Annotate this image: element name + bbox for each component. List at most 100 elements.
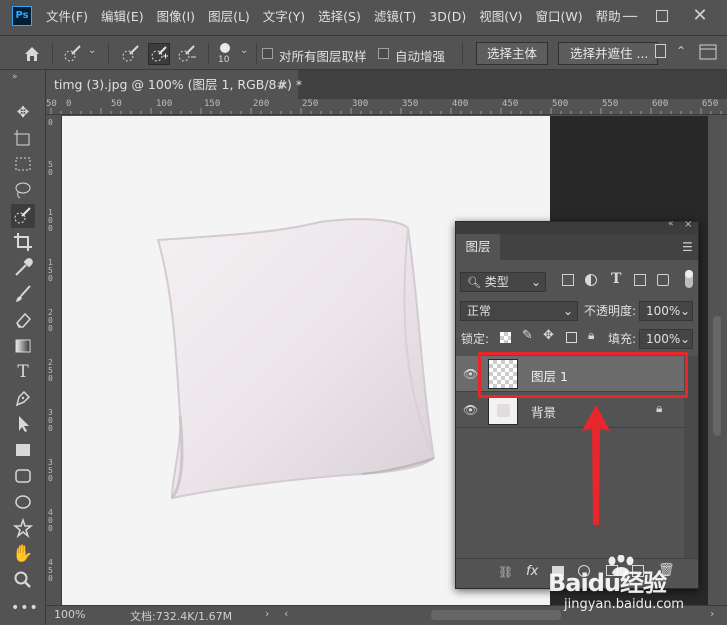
collapse-panel-icon[interactable]: « bbox=[668, 219, 674, 229]
lock-all-icon[interactable]: 🔒︎ bbox=[588, 328, 594, 343]
filter-shape-icon[interactable] bbox=[634, 274, 646, 286]
workspace-icon[interactable] bbox=[697, 41, 719, 63]
menu-select[interactable]: 选择(S) bbox=[314, 0, 365, 33]
ruler-top-tick: 650 bbox=[702, 99, 719, 109]
visibility-eye-icon[interactable]: 👁︎ bbox=[463, 403, 478, 417]
eyedropper-tool-icon[interactable] bbox=[11, 256, 35, 280]
collapse-toolbar-icon[interactable]: » bbox=[12, 72, 18, 82]
type-tool-icon[interactable]: T bbox=[11, 360, 35, 384]
path-selection-tool-icon[interactable] bbox=[11, 412, 35, 436]
hand-tool-icon[interactable]: ✋ bbox=[11, 542, 35, 566]
minimize-icon[interactable]: — bbox=[616, 0, 644, 33]
scroll-left-icon[interactable]: ‹ bbox=[284, 607, 288, 620]
eraser-tool-icon[interactable] bbox=[11, 308, 35, 332]
red-arrow-annotation bbox=[582, 405, 610, 525]
brush-tool-icon[interactable] bbox=[11, 282, 35, 306]
layer-filter-value: 类型 bbox=[484, 275, 509, 289]
ruler-top-tick: 350 bbox=[402, 99, 419, 109]
document-size: 文档:732.4K/1.67M bbox=[130, 610, 233, 623]
maximize-icon[interactable] bbox=[648, 0, 676, 33]
marquee-tool-icon[interactable] bbox=[11, 152, 35, 176]
crop-tool-icon[interactable] bbox=[11, 230, 35, 254]
lock-label: 锁定: bbox=[461, 332, 490, 346]
layer-thumbnail bbox=[488, 395, 518, 425]
home-icon[interactable] bbox=[21, 43, 43, 65]
menu-file[interactable]: 文件(F) bbox=[42, 0, 92, 33]
filter-toggle[interactable] bbox=[685, 270, 693, 288]
lock-artboard-icon[interactable] bbox=[566, 332, 577, 343]
move-tool-icon[interactable]: ✥ bbox=[11, 100, 35, 124]
subtract-from-selection-icon[interactable] bbox=[176, 43, 198, 65]
sample-all-layers-checkbox[interactable] bbox=[262, 48, 273, 59]
filter-pixel-icon[interactable] bbox=[562, 274, 574, 286]
ruler-top-tick: 0 bbox=[66, 99, 72, 109]
quick-selection-preset-icon[interactable] bbox=[62, 43, 84, 65]
ruler-vertical: 0 5 0 1 0 0 1 5 0 2 0 0 2 5 0 3 0 0 3 5 … bbox=[46, 115, 62, 605]
gradient-tool-icon[interactable] bbox=[11, 334, 35, 358]
add-to-selection-icon[interactable] bbox=[148, 43, 170, 65]
brush-size-preview-icon[interactable] bbox=[220, 43, 230, 53]
lock-image-icon[interactable]: ✎ bbox=[522, 328, 533, 343]
lasso-tool-icon[interactable] bbox=[11, 178, 35, 202]
lock-position-icon[interactable]: ✥ bbox=[543, 328, 554, 343]
zoom-level[interactable]: 100% bbox=[54, 608, 85, 621]
auto-enhance-checkbox[interactable] bbox=[378, 48, 389, 59]
workspace-chevron-icon[interactable]: ⌃ bbox=[676, 44, 686, 58]
menu-bar: Ps 文件(F) 编辑(E) 图像(I) 图层(L) 文字(Y) 选择(S) 滤… bbox=[0, 0, 727, 33]
pen-tool-icon[interactable] bbox=[11, 386, 35, 410]
ruler-left-tick: 1 5 0 bbox=[48, 258, 53, 283]
blend-mode-value: 正常 bbox=[467, 304, 492, 318]
menu-filter[interactable]: 滤镜(T) bbox=[370, 0, 420, 33]
vertical-scrollbar[interactable] bbox=[708, 116, 727, 605]
menu-image[interactable]: 图像(I) bbox=[153, 0, 199, 33]
document-tab[interactable]: timg (3).jpg @ 100% (图层 1, RGB/8#) * × bbox=[46, 70, 302, 99]
status-menu-chevron-icon[interactable]: › bbox=[265, 607, 269, 620]
link-layers-icon[interactable]: ⛓︎ bbox=[498, 565, 513, 579]
filter-type-icon[interactable]: T bbox=[611, 271, 621, 287]
zoom-tool-icon[interactable] bbox=[11, 568, 35, 592]
menu-window[interactable]: 窗口(W) bbox=[532, 0, 587, 33]
artboard-tool-icon[interactable] bbox=[11, 126, 35, 150]
watermark-url: jingyan.baidu.com bbox=[564, 597, 684, 612]
close-icon[interactable]: ✕ bbox=[686, 0, 714, 33]
brush-picker-chevron-icon[interactable]: ⌄ bbox=[240, 45, 248, 56]
select-subject-button[interactable]: 选择主体 bbox=[476, 42, 548, 65]
menu-type[interactable]: 文字(Y) bbox=[259, 0, 309, 33]
ellipse-tool-icon[interactable] bbox=[11, 490, 35, 514]
chevron-down-icon[interactable]: ⌄ bbox=[88, 45, 96, 56]
custom-shape-tool-icon[interactable] bbox=[11, 516, 35, 540]
tab-layers[interactable]: 图层 bbox=[456, 234, 500, 260]
panel-toggle-icon[interactable] bbox=[655, 44, 666, 58]
fx-icon[interactable]: fx bbox=[526, 564, 538, 579]
rounded-rectangle-tool-icon[interactable] bbox=[11, 464, 35, 488]
select-and-mask-button[interactable]: 选择并遮住 ... bbox=[558, 42, 658, 65]
close-tab-icon[interactable]: × bbox=[278, 70, 288, 99]
rectangle-tool-icon[interactable] bbox=[11, 438, 35, 462]
new-selection-icon[interactable] bbox=[120, 43, 142, 65]
ruler-top-tick: 250 bbox=[302, 99, 319, 109]
ruler-left-tick: 3 5 0 bbox=[48, 458, 53, 483]
menu-3d[interactable]: 3D(D) bbox=[425, 0, 470, 33]
vertical-scroll-thumb[interactable] bbox=[713, 316, 721, 436]
panel-tab-row: 图层 ☰ bbox=[456, 234, 698, 260]
fill-input[interactable]: 100% ⌄ bbox=[639, 329, 693, 349]
visibility-eye-icon[interactable]: 👁︎ bbox=[463, 367, 478, 381]
layer-filter-dropdown[interactable]: 🔍︎ 类型 ⌄ bbox=[460, 272, 546, 292]
opacity-label: 不透明度: bbox=[584, 304, 637, 318]
menu-view[interactable]: 视图(V) bbox=[475, 0, 526, 33]
panel-menu-icon[interactable]: ☰ bbox=[682, 240, 693, 254]
layer-name[interactable]: 背景 bbox=[531, 402, 556, 421]
menu-edit[interactable]: 编辑(E) bbox=[97, 0, 148, 33]
quick-selection-tool-icon[interactable] bbox=[11, 204, 35, 228]
horizontal-scroll-thumb[interactable] bbox=[431, 610, 561, 620]
close-panel-icon[interactable]: × bbox=[684, 219, 692, 230]
ruler-top-tick: 400 bbox=[452, 99, 469, 109]
menu-layer[interactable]: 图层(L) bbox=[204, 0, 254, 33]
filter-smart-object-icon[interactable] bbox=[657, 274, 669, 286]
blend-mode-dropdown[interactable]: 正常 ⌄ bbox=[460, 301, 578, 321]
opacity-input[interactable]: 100% ⌄ bbox=[639, 301, 693, 321]
opacity-chevron-icon: ⌄ bbox=[679, 304, 690, 318]
lock-transparent-icon[interactable] bbox=[500, 332, 511, 343]
filter-adjustment-icon[interactable] bbox=[585, 274, 597, 286]
more-tools-icon[interactable]: ••• bbox=[11, 596, 38, 620]
